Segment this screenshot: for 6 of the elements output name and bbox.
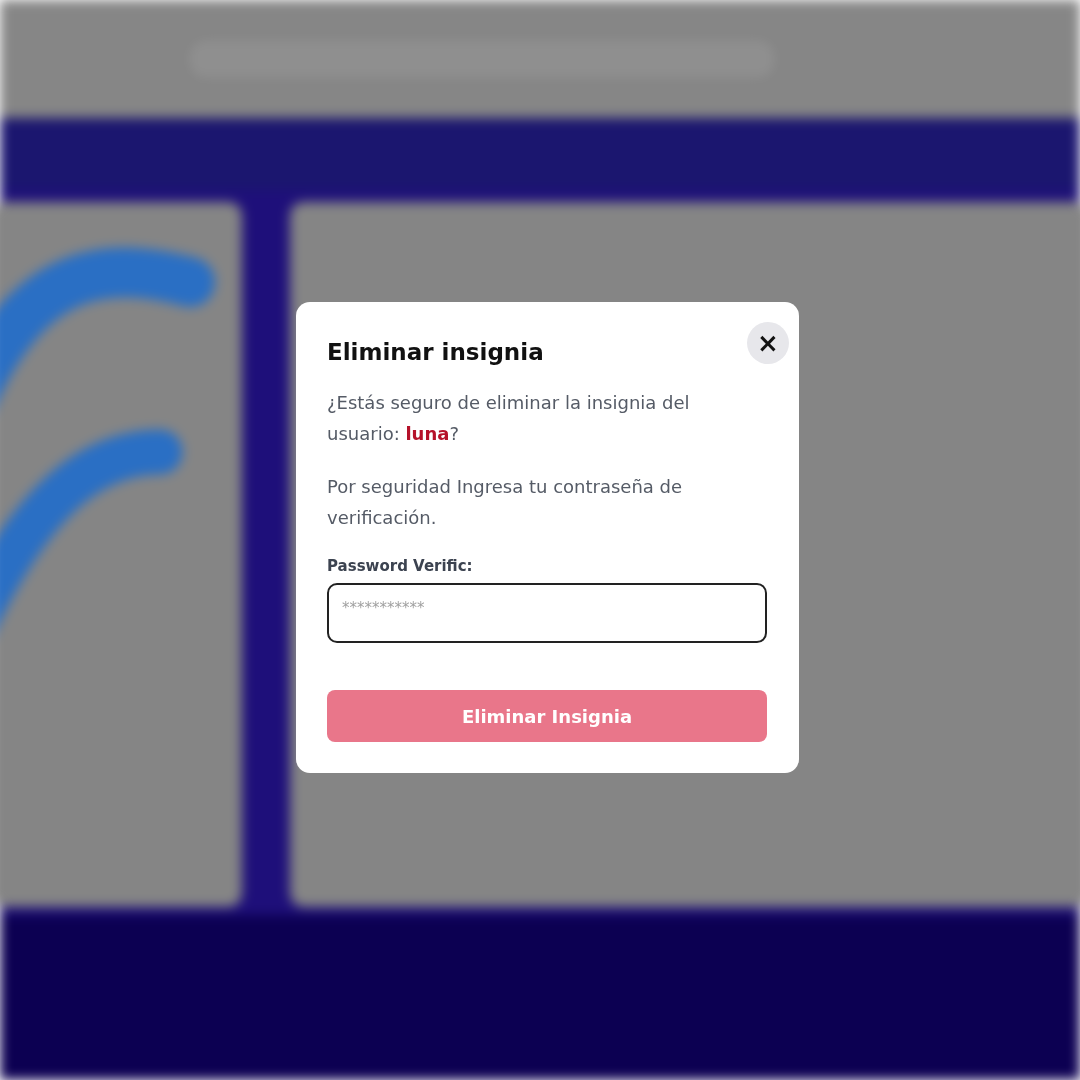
- field-label: Password Verific:: [327, 557, 474, 575]
- password-field[interactable]: ***********: [327, 583, 767, 643]
- confirmation-text: ¿Estás seguro de eliminar la insignia del usuario: luna?: [327, 391, 691, 446]
- close-button[interactable]: ×: [747, 322, 789, 364]
- security-note: Por seguridad Ingresa tu contraseña de verificación.: [327, 475, 684, 530]
- dialog-title: Eliminar insignia: [327, 339, 544, 365]
